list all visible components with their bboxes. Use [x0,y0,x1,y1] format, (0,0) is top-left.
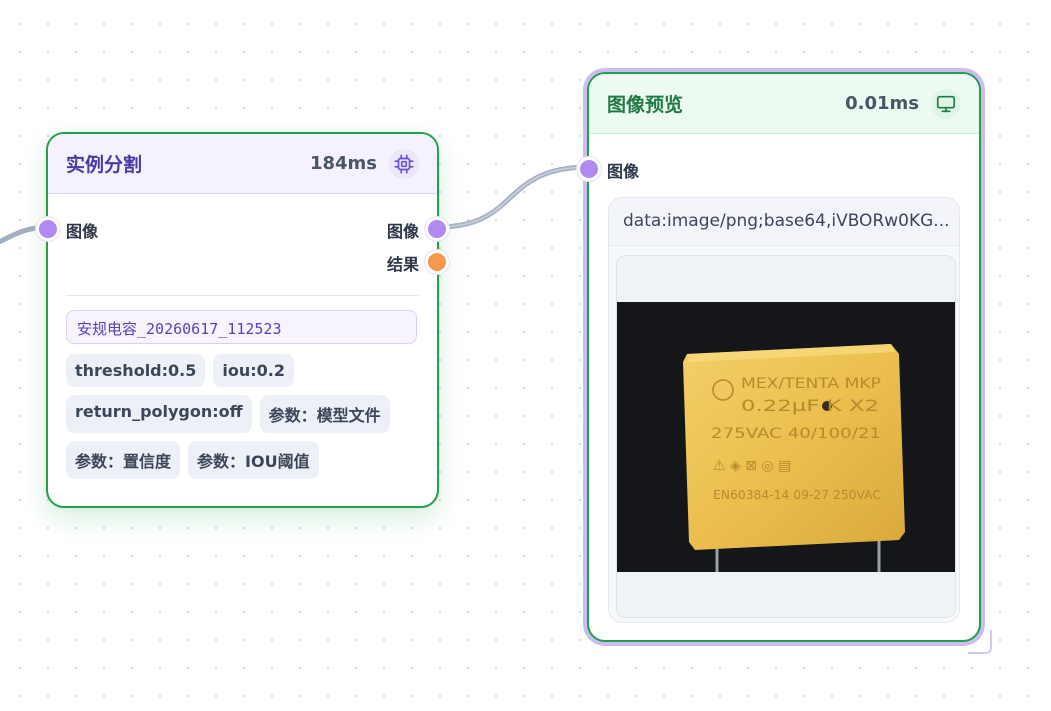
capacitor-marking: 275VAC 40/100/21 [711,426,881,442]
data-url-text[interactable]: data:image/png;base64,iVBORw0KG... [609,198,959,246]
workflow-canvas[interactable]: 实例分割 184ms 图像 图像 结果 安规电容_20260617_112523 [0,0,1051,711]
param-tags: threshold:0.5 iou:0.2 return_polygon:off… [66,354,426,487]
output-port-result[interactable] [425,250,449,274]
node-exec-time: 0.01ms [845,93,919,114]
param-tag[interactable]: return_polygon:off [66,395,252,433]
segmentation-node[interactable]: 实例分割 184ms 图像 图像 结果 安规电容_20260617_112523 [36,132,449,508]
param-tag[interactable]: iou:0.2 [213,354,294,387]
node-title: 图像预览 [607,94,684,116]
input-port-image[interactable] [36,217,60,241]
cpu-chip-icon[interactable] [389,148,419,179]
output-port-image[interactable] [425,217,449,241]
param-tag[interactable]: 参数：置信度 [66,441,181,479]
param-tag[interactable]: 参数：模型文件 [259,395,390,433]
input-port-image[interactable] [577,157,601,181]
input-port-label: 图像 [66,222,99,241]
param-tag[interactable]: 参数：IOU阈值 [188,441,319,479]
output-port-label-image: 图像 [386,222,419,241]
input-port-label: 图像 [607,162,640,181]
capacitor-marking: 0.22μF K X2 [741,396,879,415]
segmentation-node-header[interactable]: 实例分割 184ms [48,134,437,194]
node-title: 实例分割 [66,154,143,176]
image-data-panel: data:image/png;base64,iVBORw0KG... MEX/T… [608,197,960,623]
capacitor-photo: MEX/TENTA MKP 0.22μF K X2 275VAC 40/100/… [617,302,955,572]
image-preview-frame[interactable]: MEX/TENTA MKP 0.22μF K X2 275VAC 40/100/… [616,255,956,618]
preview-node-header[interactable]: 图像预览 0.01ms [589,74,979,134]
image-preview-node[interactable]: 图像预览 0.01ms 图像 data:image/png;base64,iVB… [577,72,981,642]
edge-image-to-preview[interactable] [435,164,592,230]
model-select-field[interactable]: 安规电容_20260617_112523 [66,310,417,344]
node-resize-handle[interactable] [968,630,992,654]
svg-text:⚠ ◈ ⊠ ◎ ▤: ⚠ ◈ ⊠ ◎ ▤ [713,458,791,474]
output-port-label-result: 结果 [386,255,419,274]
param-tag[interactable]: threshold:0.5 [66,354,206,387]
capacitor-marking: MEX/TENTA MKP [741,376,881,392]
capacitor-marking: EN60384-14 09-27 250VAC [713,488,881,502]
node-exec-time: 184ms [309,153,377,174]
monitor-icon[interactable] [931,88,961,119]
divider [66,295,419,296]
